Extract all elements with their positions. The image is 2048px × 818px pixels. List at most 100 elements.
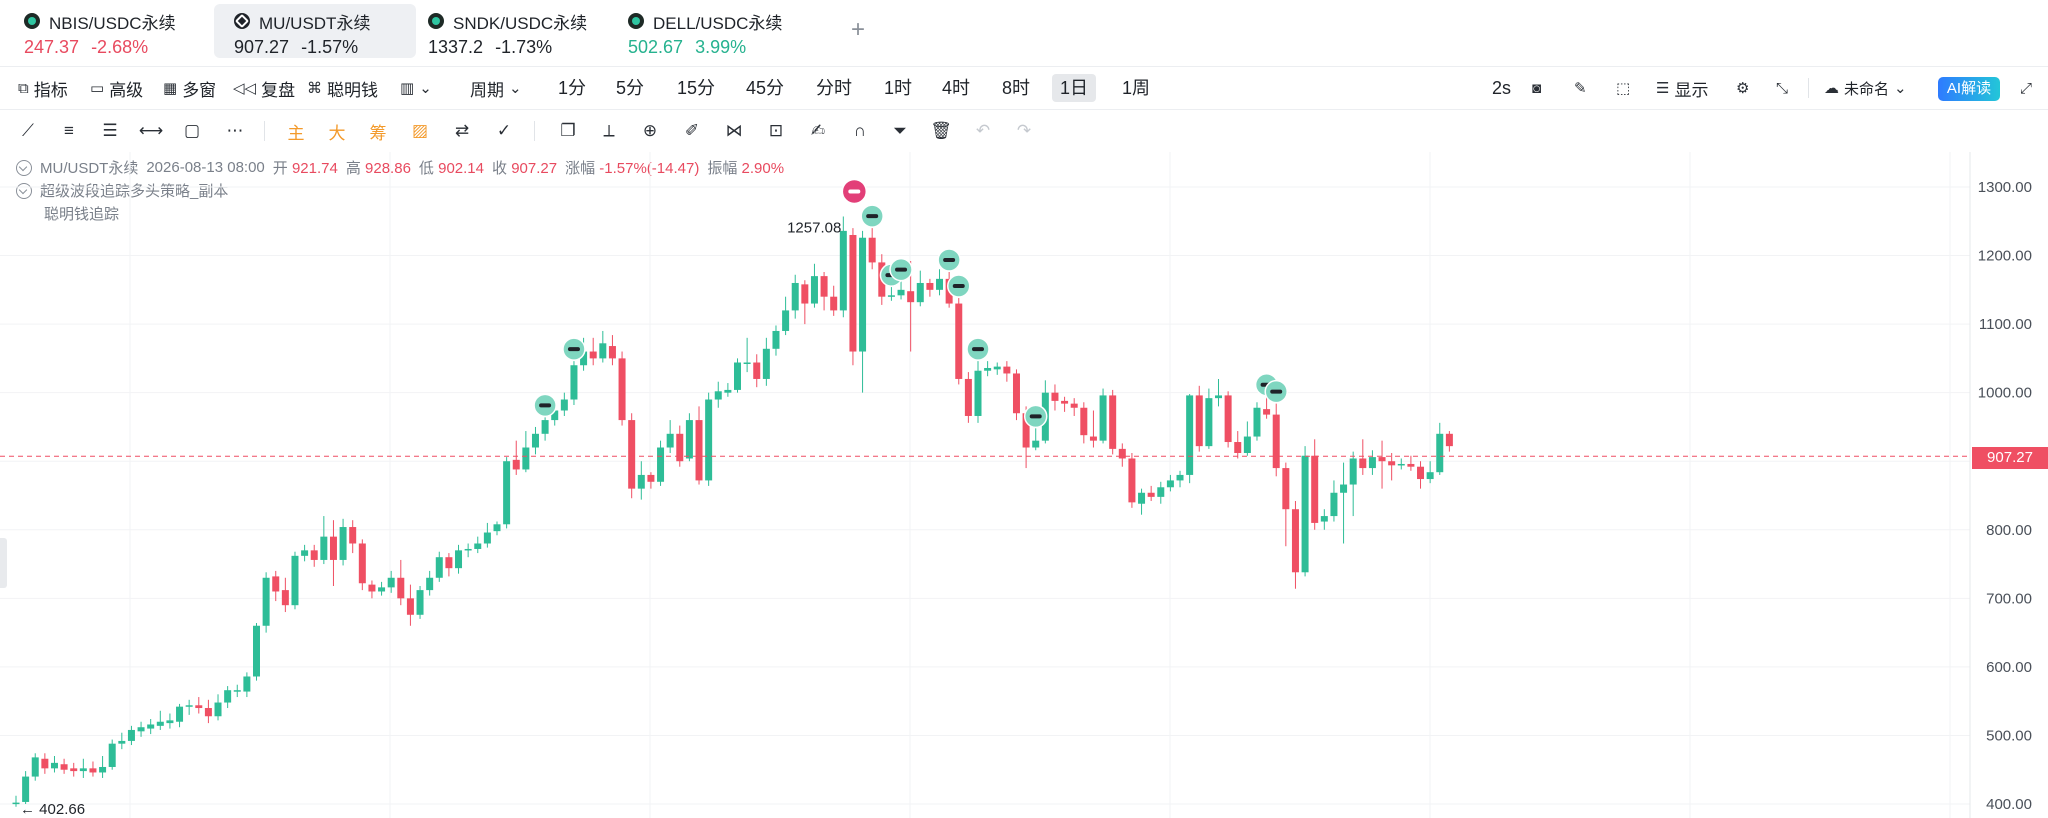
period-4h[interactable]: 4时: [934, 74, 978, 102]
candle: [70, 768, 78, 772]
candle: [637, 474, 645, 489]
coin-icon: [628, 13, 644, 29]
candle: [455, 550, 463, 569]
replay-label: 复盘: [261, 80, 296, 100]
marker-icon[interactable]: ✐: [680, 119, 704, 143]
grid-icon: ▦: [163, 80, 178, 97]
swap-icon[interactable]: ⇄: [450, 119, 474, 143]
ruler-icon[interactable]: ⟂: [597, 119, 621, 143]
side-panel-handle[interactable]: [0, 538, 7, 588]
ai-interpret-button[interactable]: AI解读: [1938, 77, 2000, 101]
edit-icon[interactable]: ✍: [806, 119, 830, 143]
pattern-icon[interactable]: ⋈: [722, 119, 746, 143]
candle: [974, 370, 982, 416]
lock-icon[interactable]: ⊡: [764, 119, 788, 143]
horizontal-ray-icon[interactable]: ⟷: [139, 119, 163, 143]
tab-bar: NBIS/USDC永续 247.37 -2.68% MU/USDT永续 907.2…: [0, 0, 2048, 67]
indicator-icon: ⧉: [18, 79, 29, 97]
smart-money-label: 聪明钱: [327, 80, 378, 100]
tab-mu[interactable]: MU/USDT永续 907.27 -1.57%: [214, 4, 416, 58]
candle: [387, 577, 395, 588]
advanced-button[interactable]: ▭ 高级: [90, 67, 143, 109]
candle: [253, 625, 260, 677]
refresh-interval[interactable]: 2s: [1484, 74, 1519, 102]
period-1h[interactable]: 1时: [876, 74, 920, 102]
candle: [541, 420, 549, 434]
chip-tool[interactable]: 筹: [366, 119, 390, 143]
settings-button[interactable]: ⚙: [1736, 67, 1749, 109]
multi-window-button[interactable]: ▦ 多窗: [163, 67, 216, 109]
big-order-tool[interactable]: 大: [325, 119, 349, 143]
candle: [1417, 466, 1425, 480]
magnet-icon[interactable]: ∩: [848, 119, 872, 143]
period-timeline[interactable]: 分时: [808, 74, 860, 102]
candle: [984, 367, 992, 371]
trash-icon[interactable]: 🗑: [929, 119, 953, 143]
draw-button[interactable]: ✎: [1574, 67, 1587, 109]
period-1w[interactable]: 1周: [1114, 74, 1158, 102]
screenshot-button[interactable]: ◙: [1532, 67, 1541, 109]
signal-marker-icon: [866, 214, 879, 219]
candle: [512, 459, 520, 470]
candle: [599, 343, 607, 359]
candle: [195, 705, 203, 709]
candle: [1186, 395, 1194, 475]
candle: [156, 721, 164, 726]
layout-name-dropdown[interactable]: ☁ 未命名 ⌄: [1824, 67, 1907, 109]
candle: [108, 743, 116, 767]
chart-mark-icon[interactable]: ▨: [408, 119, 432, 143]
high-price-marker: 1257.08: [787, 219, 841, 236]
divider: [1808, 78, 1809, 98]
undo-icon[interactable]: ↶: [971, 119, 995, 143]
zoom-in-icon[interactable]: ⊕: [638, 119, 662, 143]
candle: [445, 557, 453, 569]
indicator-button[interactable]: ⧉ 指标: [18, 67, 68, 109]
tab-nbis[interactable]: NBIS/USDC永续 247.37 -2.68%: [4, 4, 210, 58]
chart-type-dropdown[interactable]: ▥ ⌄: [400, 67, 432, 109]
copy-icon[interactable]: ❐: [556, 119, 580, 143]
tab-change: -1.57%: [301, 37, 359, 57]
candle: [397, 577, 405, 599]
candle: [1166, 480, 1174, 488]
tab-sndk[interactable]: SNDK/USDC永续 1337.2 -1.73%: [408, 4, 608, 58]
redo-icon[interactable]: ↷: [1012, 119, 1036, 143]
period-dropdown[interactable]: 周期 ⌄: [470, 67, 522, 109]
period-45m[interactable]: 45分: [738, 74, 792, 102]
brush-icon[interactable]: ✓: [492, 119, 516, 143]
candle: [685, 420, 693, 459]
period-5m[interactable]: 5分: [608, 74, 652, 102]
add-tab-button[interactable]: +: [851, 16, 865, 44]
candlestick-chart[interactable]: 1300.001200.001100.001000.00900.00800.00…: [0, 152, 2048, 818]
period-1d[interactable]: 1日: [1052, 74, 1097, 102]
rectangle-icon[interactable]: ▢: [180, 119, 204, 143]
candle: [12, 802, 20, 805]
candle: [89, 768, 97, 773]
candle: [435, 557, 443, 578]
horizontal-lines-icon[interactable]: ☰: [98, 119, 122, 143]
candle: [1099, 395, 1107, 441]
candle: [1205, 398, 1213, 447]
more-tools-icon[interactable]: ⋯: [223, 119, 247, 143]
candle: [291, 555, 299, 606]
expand-button[interactable]: ⤢: [2020, 67, 2032, 109]
tab-dell[interactable]: DELL/USDC永续 502.67 3.99%: [608, 4, 808, 58]
period-1m[interactable]: 1分: [550, 74, 594, 102]
candle: [349, 527, 357, 544]
smart-money-button[interactable]: ⌘ 聪明钱: [307, 67, 378, 109]
candle: [1330, 492, 1338, 517]
period-15m[interactable]: 15分: [669, 74, 723, 102]
period-8h[interactable]: 8时: [994, 74, 1038, 102]
signal-marker-icon: [567, 347, 580, 352]
candle: [118, 740, 126, 744]
replay-button[interactable]: ◁◁ 复盘: [233, 67, 295, 109]
trendline-icon[interactable]: ⟋: [16, 119, 40, 143]
share-button[interactable]: ⬚: [1616, 67, 1630, 109]
candle: [339, 527, 347, 560]
main-chart-tool[interactable]: 主: [284, 119, 308, 143]
fullscreen-button[interactable]: ⤡: [1776, 67, 1788, 109]
display-button[interactable]: ☰ 显示: [1656, 67, 1708, 109]
candle: [1080, 407, 1088, 436]
parallel-lines-icon[interactable]: ≡: [57, 119, 81, 143]
filter-icon[interactable]: ⏷: [888, 119, 912, 143]
layout-name-label: 未命名: [1844, 80, 1890, 98]
